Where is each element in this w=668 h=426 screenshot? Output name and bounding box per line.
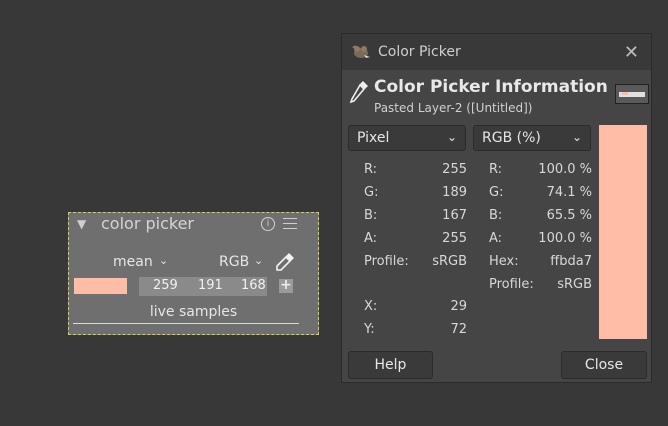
rgb-a-label: A: [489,231,503,246]
right-mode-dropdown[interactable]: RGB (%) ⌄ [473,125,591,151]
right-mode-label: RGB (%) [482,130,541,146]
pixel-b-label: B: [364,208,378,223]
position-y-value: 72 [450,322,467,337]
info-icon[interactable]: i [261,217,275,231]
close-icon[interactable]: ✕ [624,42,639,63]
dialog-title: Color Picker [378,44,461,60]
value-r: 259 [153,278,178,293]
chevron-down-icon: ⌄ [446,130,457,144]
eyedropper-icon[interactable] [274,251,296,273]
pixel-a-label: A: [364,231,378,246]
rgb-b-label: B: [489,208,503,223]
color-picker-icon [349,81,368,104]
color-picker-dialog: Color Picker ✕ Color Picker Information … [341,33,652,383]
gimp-app-icon [352,45,370,58]
info-heading: Color Picker Information [374,77,608,97]
chevron-down-icon[interactable]: ⌄ [159,254,168,267]
pixel-b-value: 167 [442,208,467,223]
close-button[interactable]: Close [561,351,647,379]
rgb-r-label: R: [489,162,503,177]
sample-values: 259 191 168 [139,277,267,296]
presets-menu-icon[interactable] [283,218,297,229]
hex-label: Hex: [489,254,519,269]
position-x-value: 29 [450,299,467,314]
pixel-r-value: 255 [442,162,467,177]
left-mode-label: Pixel [357,130,390,146]
pixel-r-label: R: [364,162,378,177]
statistic-dropdown[interactable]: mean [113,254,153,270]
image-thumbnail [615,84,649,104]
picked-color-swatch [599,125,647,339]
sample-color-swatch[interactable] [74,278,127,294]
module-header[interactable]: ▼ color picker i [69,213,318,237]
hex-value: ffbda7 [550,254,592,269]
value-g: 191 [198,278,223,293]
color-model-dropdown[interactable]: RGB [219,254,249,270]
collapse-arrow-icon[interactable]: ▼ [77,217,86,231]
pixel-g-value: 189 [442,185,467,200]
rgb-g-label: G: [489,185,504,200]
chevron-down-icon[interactable]: ⌄ [254,254,263,267]
position-x-label: X: [364,299,378,314]
value-b: 168 [241,278,266,293]
left-mode-dropdown[interactable]: Pixel ⌄ [348,125,466,151]
rgb-r-value: 100.0 % [538,162,592,177]
pixel-a-value: 255 [442,231,467,246]
rgb-profile-value: sRGB [557,277,592,292]
position-y-label: Y: [364,322,375,337]
add-sample-button[interactable]: + [279,278,293,293]
help-button[interactable]: Help [348,351,433,379]
module-title: color picker [101,214,194,233]
layer-name: Pasted Layer-2 ([Untitled]) [374,101,533,115]
live-samples-label: live samples [149,304,238,320]
rgb-a-value: 100.0 % [538,231,592,246]
color-picker-module: ▼ color picker i mean ⌄ RGB ⌄ 259 191 16… [68,212,319,335]
divider [73,323,299,324]
chevron-down-icon: ⌄ [571,130,582,144]
dialog-titlebar[interactable]: Color Picker ✕ [342,34,651,70]
rgb-b-value: 65.5 % [546,208,592,223]
rgb-g-value: 74.1 % [546,185,592,200]
pixel-profile-value: sRGB [432,254,467,269]
pixel-g-label: G: [364,185,379,200]
